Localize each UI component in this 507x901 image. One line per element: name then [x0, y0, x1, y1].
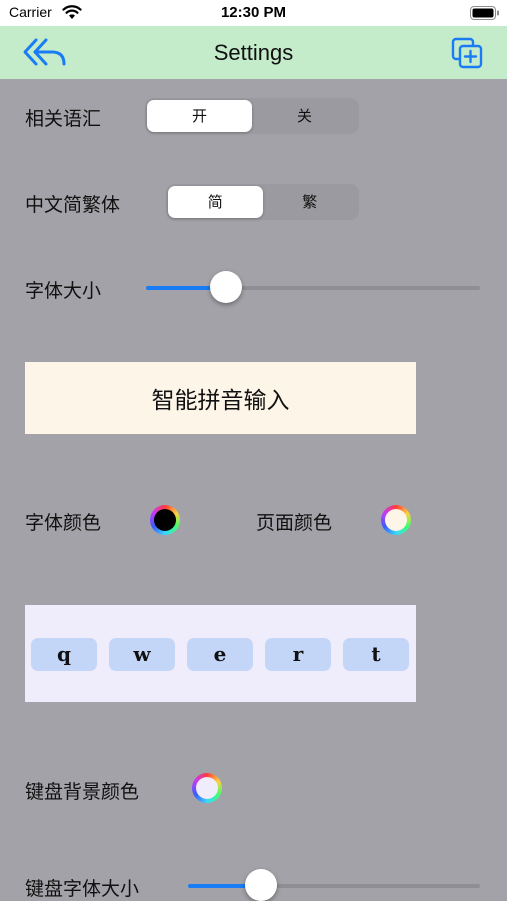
key-t[interactable]: t: [343, 638, 409, 671]
keyboard-preview: q w e r t: [25, 605, 416, 702]
related-words-on-option[interactable]: 开: [147, 100, 252, 132]
script-variant-label: 中文简繁体: [25, 194, 121, 216]
page-color-picker[interactable]: [381, 505, 411, 535]
page-color-label: 页面颜色: [256, 512, 333, 534]
key-q[interactable]: q: [31, 638, 97, 671]
nav-bar: Settings: [0, 26, 507, 79]
font-preview-box: 智能拼音输入: [25, 362, 416, 434]
font-color-label: 字体颜色: [25, 512, 102, 534]
key-e[interactable]: e: [187, 638, 253, 671]
related-words-toggle: 开 关: [145, 98, 359, 134]
traditional-option[interactable]: 繁: [263, 186, 358, 218]
key-w[interactable]: w: [109, 638, 175, 671]
related-words-off-option[interactable]: 关: [252, 100, 357, 132]
keyboard-bg-color-label: 键盘背景颜色: [25, 781, 140, 803]
keyboard-font-size-label: 键盘字体大小: [25, 878, 140, 900]
font-color-swatch: [154, 509, 176, 531]
status-bar: Carrier 12:30 PM: [0, 0, 507, 26]
font-size-label: 字体大小: [25, 280, 102, 302]
key-r[interactable]: r: [265, 638, 331, 671]
clock: 12:30 PM: [220, 4, 287, 21]
font-preview-text: 智能拼音输入: [151, 388, 290, 414]
battery-icon: [470, 6, 499, 20]
keyboard-bg-color-swatch: [196, 777, 218, 799]
related-words-label: 相关语汇: [25, 108, 102, 130]
script-variant-toggle: 简 繁: [166, 184, 359, 220]
font-size-slider[interactable]: [146, 271, 480, 303]
simplified-option[interactable]: 简: [168, 186, 263, 218]
font-color-picker[interactable]: [150, 505, 180, 535]
keyboard-font-size-slider[interactable]: [188, 869, 480, 901]
add-page-icon[interactable]: [451, 37, 483, 69]
page-title: Settings: [213, 40, 294, 65]
keyboard-bg-color-picker[interactable]: [192, 773, 222, 803]
page-color-swatch: [385, 509, 407, 531]
slider-thumb[interactable]: [245, 869, 277, 901]
slider-thumb[interactable]: [210, 271, 243, 303]
